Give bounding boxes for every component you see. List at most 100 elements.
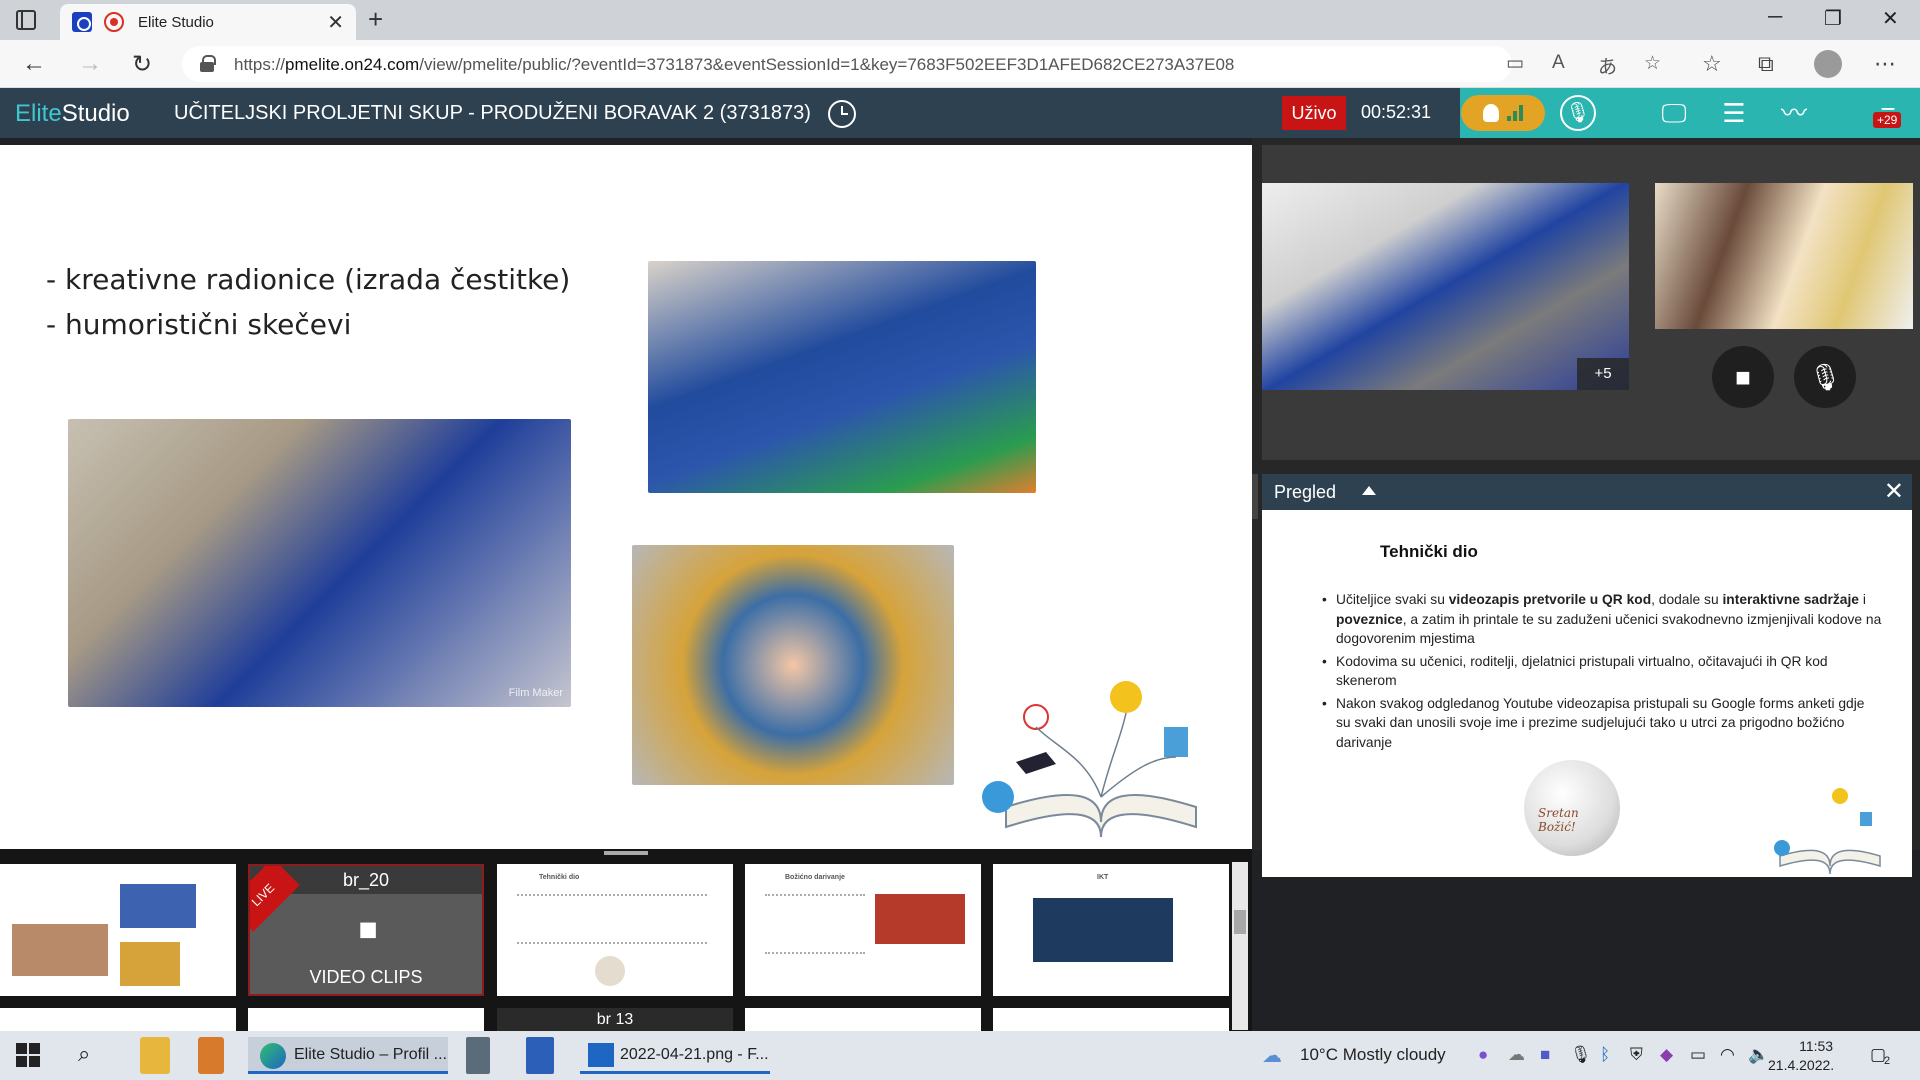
mic-tray-icon[interactable]: 🎙	[1570, 1045, 1592, 1065]
image-icon	[588, 1043, 614, 1067]
security-icon[interactable]: ⛨	[1630, 1045, 1643, 1065]
translate-icon[interactable]: あ	[1598, 52, 1617, 79]
slide-thumbnail-title[interactable]: br 13	[497, 1008, 733, 1032]
book-illustration-icon	[1774, 788, 1881, 875]
minimize-icon[interactable]: ─	[1768, 6, 1782, 29]
media-player-icon[interactable]	[198, 1037, 224, 1074]
book-illustration-icon	[982, 681, 1197, 838]
participant-video-child[interactable]: +5	[1262, 183, 1629, 390]
file-explorer-icon[interactable]	[140, 1037, 170, 1074]
slides-icon[interactable]: ☰	[1716, 96, 1752, 130]
taskbar-photos-app[interactable]: 2022-04-21.png - F...	[580, 1037, 770, 1074]
recording-icon	[104, 12, 124, 32]
calculator-icon[interactable]	[466, 1037, 490, 1074]
slide-thumbnail[interactable]	[993, 1008, 1229, 1032]
battery-icon[interactable]: ▭	[1690, 1045, 1706, 1065]
more-menu-icon[interactable]: ⋯	[1874, 51, 1896, 77]
notification-badge: +29	[1873, 112, 1902, 128]
taskbar-edge-app[interactable]: Elite Studio – Profil ...	[248, 1037, 448, 1074]
photo-card-making	[648, 261, 1036, 493]
url-field[interactable]: https://pmelite.on24.com/view/pmelite/pu…	[182, 46, 1661, 82]
taskbar-edge-label: Elite Studio – Profil ...	[294, 1046, 447, 1063]
scrollbar-thumb[interactable]	[1234, 910, 1246, 934]
preview-header: Pregled ✕	[1262, 474, 1912, 510]
camera-toggle-icon[interactable]: ■	[1712, 346, 1774, 408]
screen-share-icon[interactable]: 🖵	[1656, 96, 1692, 130]
app-tray-icon[interactable]: ◆	[1660, 1045, 1673, 1065]
tab-close-icon[interactable]: ✕	[327, 10, 344, 35]
collections-icon[interactable]: ⧉	[1758, 51, 1774, 77]
preview-label: Pregled	[1274, 482, 1337, 502]
preview-slide: Tehnički dio Učiteljice svaki su videoza…	[1262, 510, 1912, 877]
panel-splitter[interactable]	[1252, 474, 1258, 519]
taskbar-photos-label: 2022-04-21.png - F...	[620, 1046, 769, 1063]
app-header: EliteStudio UČITELJSKI PROLJETNI SKUP - …	[0, 88, 1920, 138]
webex-favicon-icon	[72, 12, 92, 32]
volume-icon[interactable]: 🔈	[1748, 1045, 1769, 1065]
slide-bullet: - humoristični skečevi	[46, 308, 352, 341]
slide-thumbnail[interactable]	[248, 1008, 484, 1032]
clock-date: 21.4.2022.	[1768, 1057, 1835, 1073]
system-clock[interactable]: 11:53 21.4.2022.	[1768, 1037, 1834, 1075]
resize-handle[interactable]	[604, 851, 648, 855]
participant-video-presenters[interactable]	[1655, 183, 1913, 329]
preview-heading: Tehnički dio	[1380, 542, 1478, 561]
elite-studio-logo: EliteStudio	[15, 100, 130, 127]
forward-icon[interactable]: →	[78, 50, 102, 78]
slide-bullet: - kreativne radionice (izrada čestitke)	[46, 263, 571, 296]
bluetooth-icon[interactable]: ᛒ	[1600, 1045, 1610, 1065]
preview-close-icon[interactable]: ✕	[1884, 477, 1904, 506]
favorites-icon[interactable]: ☆	[1702, 51, 1722, 77]
more-participants-count[interactable]: +5	[1577, 358, 1629, 390]
signal-bars-icon	[1507, 105, 1525, 121]
read-aloud-icon[interactable]: A	[1552, 52, 1565, 74]
tab-title: Elite Studio	[138, 14, 214, 31]
slide-thumbnail[interactable]	[745, 1008, 981, 1032]
preview-bullet: Nakon svakog odgledanog Youtube videozap…	[1322, 694, 1882, 753]
preview-bullet: Kodovima su učenici, roditelji, djelatni…	[1322, 652, 1882, 691]
slide-thumbnail[interactable]: Tehnički dio	[497, 864, 733, 996]
favorite-add-icon[interactable]: ☆	[1644, 52, 1661, 75]
close-window-icon[interactable]: ✕	[1882, 6, 1899, 31]
windows-start-icon[interactable]	[16, 1043, 40, 1067]
analytics-icon[interactable]: 〰	[1776, 96, 1812, 130]
word-icon[interactable]	[526, 1037, 554, 1074]
new-tab-icon[interactable]: +	[368, 4, 383, 35]
person-icon	[1483, 104, 1499, 122]
back-icon[interactable]: ←	[22, 50, 46, 78]
presenter-status-button[interactable]	[1461, 95, 1545, 131]
profile-avatar[interactable]	[1814, 50, 1842, 78]
restore-icon[interactable]: ❐	[1824, 6, 1842, 31]
slide-thumbnail[interactable]	[0, 1008, 236, 1032]
lock-icon	[200, 55, 216, 72]
christmas-bauble-image: Sretan Božić!	[1524, 760, 1620, 856]
thumbnail-scrollbar[interactable]	[1232, 862, 1248, 1030]
url-text: https://pmelite.on24.com/view/pmelite/pu…	[234, 55, 1234, 74]
mic-toggle-icon[interactable]: 🎙	[1794, 346, 1856, 408]
refresh-icon[interactable]: ↻	[132, 50, 152, 79]
live-slide-thumbnail[interactable]: br_20 LIVE ■ VIDEO CLIPS	[248, 864, 484, 996]
slide-bullets: - kreativne radionice (izrada čestitke) …	[46, 257, 570, 347]
video-camera-icon: ■	[358, 911, 378, 947]
wifi-icon[interactable]: ◠	[1720, 1045, 1735, 1065]
slide-thumbnail[interactable]: Božićno darivanje	[745, 864, 981, 996]
onedrive-icon[interactable]: ☁	[1508, 1045, 1525, 1065]
microphone-icon[interactable]: 🎙	[1560, 95, 1596, 131]
video-clips-label: VIDEO CLIPS	[309, 967, 423, 987]
teams-icon[interactable]: ■	[1540, 1045, 1550, 1065]
tab-actions-icon[interactable]	[16, 10, 36, 30]
collapse-arrow-icon[interactable]	[1362, 486, 1376, 495]
slide-thumbnail[interactable]: IKT	[993, 864, 1229, 996]
main-slide: - kreativne radionice (izrada čestitke) …	[0, 145, 1252, 849]
viber-icon[interactable]: ●	[1478, 1045, 1488, 1065]
windows-taskbar: ⌕ Elite Studio – Profil ... 2022-04-21.p…	[0, 1031, 1920, 1080]
browser-tab[interactable]: Elite Studio ✕	[60, 4, 356, 40]
cloud-weather-icon[interactable]: ☁	[1262, 1043, 1282, 1068]
camera-permission-icon[interactable]: ▭	[1506, 52, 1524, 75]
search-icon[interactable]: ⌕	[78, 1041, 90, 1067]
schedule-clock-icon[interactable]	[828, 100, 856, 128]
slide-thumbnail[interactable]	[0, 864, 236, 996]
photo-group-children	[632, 545, 954, 785]
weather-text[interactable]: 10°C Mostly cloudy	[1300, 1045, 1446, 1065]
address-bar-row: ← → ↻ https://pmelite.on24.com/view/pmel…	[0, 40, 1920, 88]
